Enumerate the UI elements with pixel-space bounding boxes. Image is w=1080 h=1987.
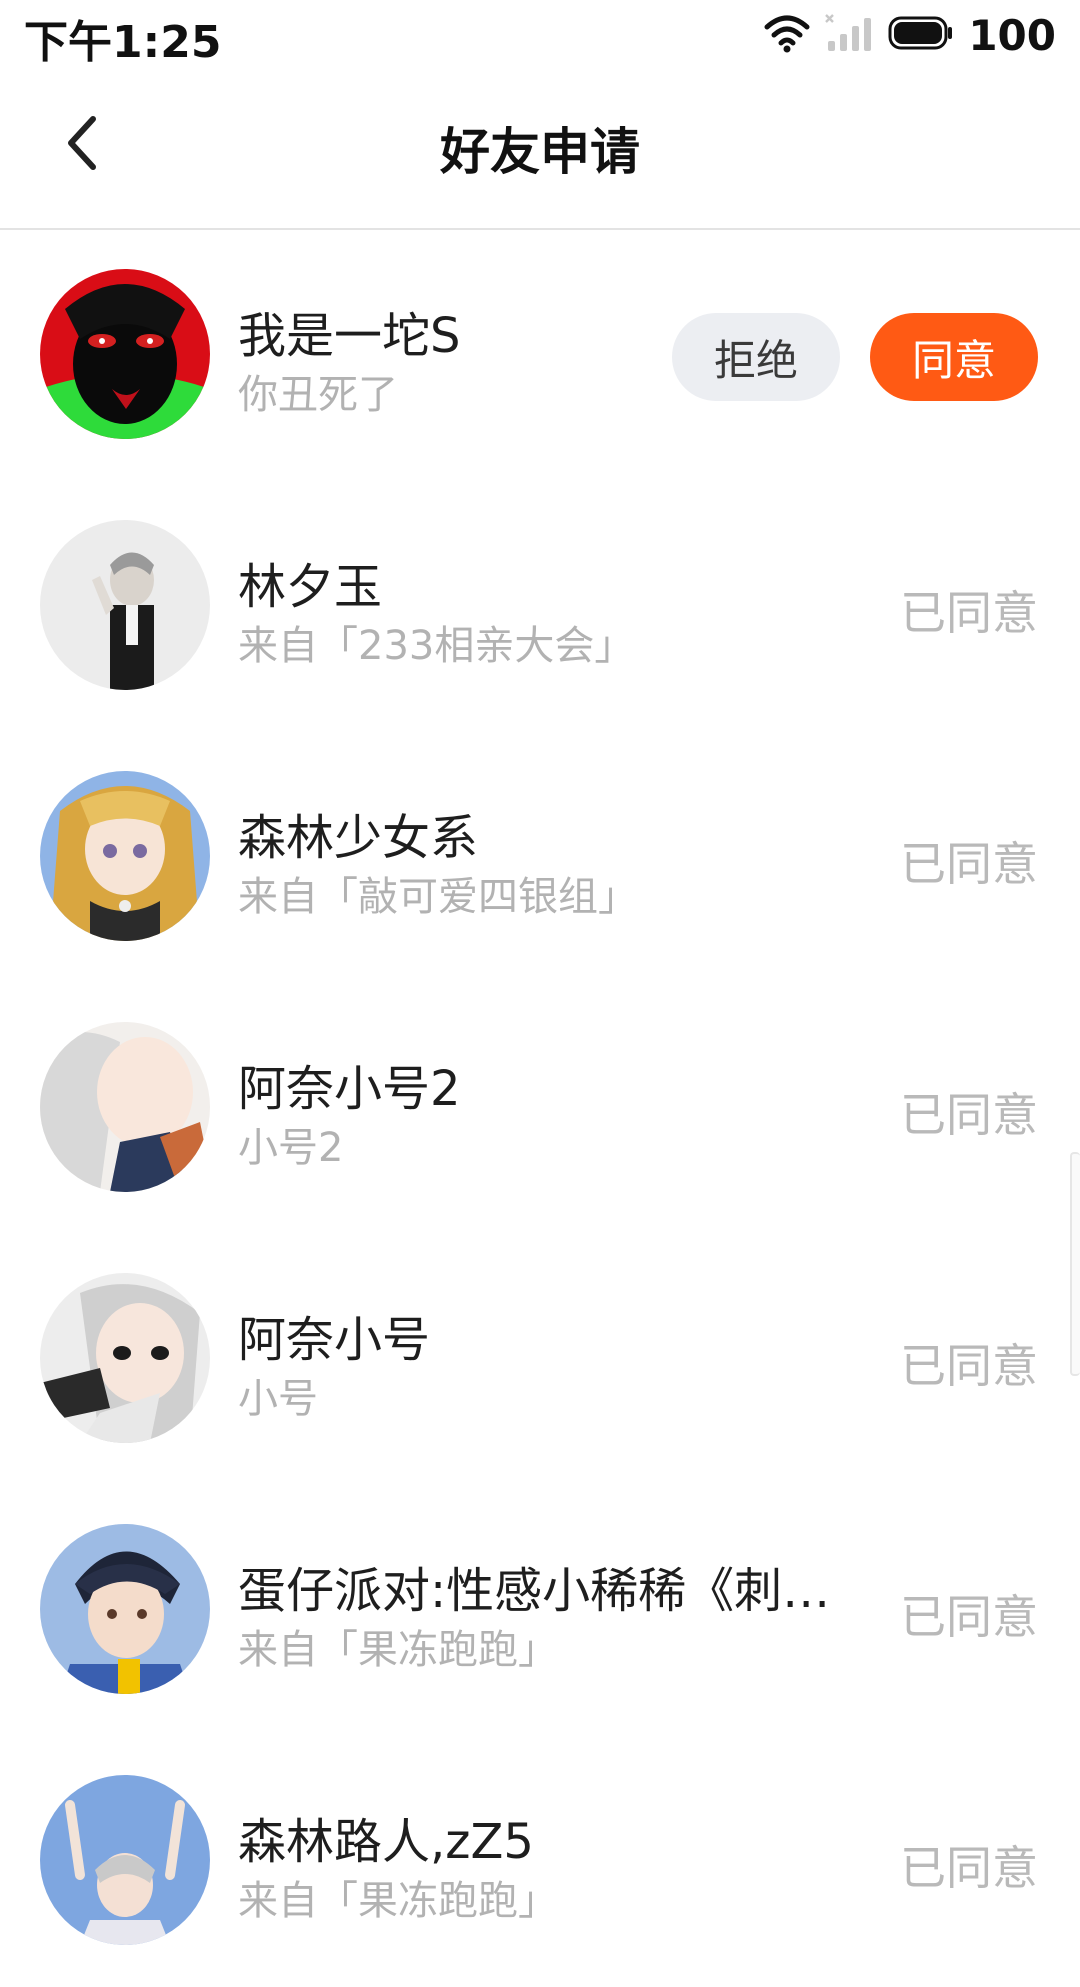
friend-request-row[interactable]: 森林少女系 来自「敲可爱四银组」 已同意 [0,732,1080,983]
requester-name: 阿奈小号2 [238,1061,461,1117]
accepted-status: 已同意 [900,1590,1038,1644]
friend-request-row[interactable]: 我是一坨S 你丑死了 拒绝 同意 [0,230,1080,481]
accepted-status: 已同意 [900,1339,1038,1393]
battery-icon [888,16,954,54]
friend-request-row[interactable]: 林夕玉 来自「233相亲大会」 已同意 [0,481,1080,732]
requester-name: 我是一坨S [238,308,461,364]
status-icons: 100 [764,10,1056,60]
requester-name: 森林少女系 [238,810,479,866]
request-source: 来自「233相亲大会」 [238,623,635,669]
avatar[interactable] [40,269,210,439]
status-time: 下午1:25 [24,17,222,68]
requester-name: 蛋仔派对:性感小稀稀《刺… [238,1563,831,1619]
request-message: 小号 [238,1376,318,1422]
accepted-status: 已同意 [900,837,1038,891]
signal-off-icon [824,13,874,57]
requester-name: 森林路人,zZ5 [238,1814,534,1870]
battery-level: 100 [968,10,1056,60]
friend-request-row[interactable]: 阿奈小号 小号 已同意 [0,1234,1080,1485]
request-message: 小号2 [238,1125,344,1171]
wifi-icon [764,13,810,57]
request-source: 来自「敲可爱四银组」 [238,874,638,920]
friend-request-row[interactable]: 阿奈小号2 小号2 已同意 [0,983,1080,1234]
accepted-status: 已同意 [900,1841,1038,1895]
request-message: 你丑死了 [238,372,398,418]
reject-button[interactable]: 拒绝 [672,313,840,401]
requester-name: 阿奈小号 [238,1312,431,1368]
avatar[interactable] [40,1022,210,1192]
accept-button[interactable]: 同意 [870,313,1038,401]
header: 好友申请 [0,66,1080,230]
request-source: 来自「果冻跑跑」 [238,1878,558,1924]
requester-name: 林夕玉 [238,559,383,615]
page-title: 好友申请 [440,123,640,181]
avatar[interactable] [40,520,210,690]
friend-request-row[interactable]: 蛋仔派对:性感小稀稀《刺… 来自「果冻跑跑」 已同意 [0,1485,1080,1736]
accepted-status: 已同意 [900,586,1038,640]
avatar[interactable] [40,1524,210,1694]
status-bar: 下午1:25 100 [0,0,1080,69]
scrollbar[interactable] [1070,1152,1080,1376]
friend-request-row[interactable]: 森林路人,zZ5 来自「果冻跑跑」 已同意 [0,1736,1080,1987]
accepted-status: 已同意 [900,1088,1038,1142]
avatar[interactable] [40,1273,210,1443]
request-source: 来自「果冻跑跑」 [238,1627,558,1673]
avatar[interactable] [40,771,210,941]
friend-request-list: 我是一坨S 你丑死了 拒绝 同意 林夕玉 来自「233相亲大会」 已同意 森林少… [0,230,1080,1987]
